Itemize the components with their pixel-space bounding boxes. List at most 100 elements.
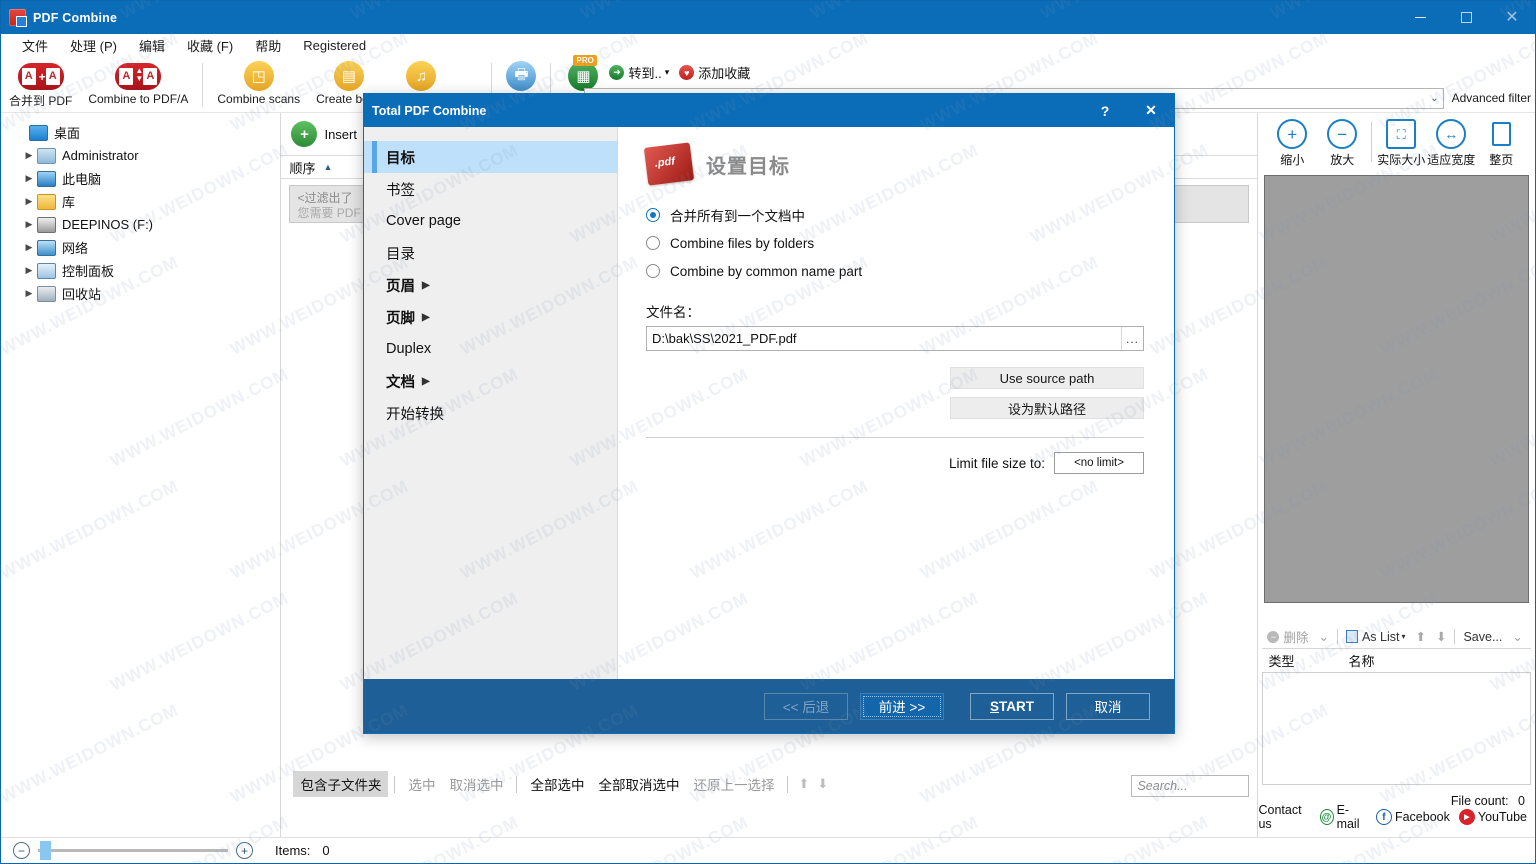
- add-favorite-button[interactable]: 添加收藏: [698, 63, 750, 82]
- expander-icon[interactable]: ▶: [21, 219, 37, 230]
- delete-button[interactable]: − 删除: [1262, 627, 1313, 646]
- tree-item-desktop[interactable]: 桌面: [13, 121, 280, 144]
- document-preview-area[interactable]: [1264, 175, 1529, 603]
- nav-footer[interactable]: 页脚 ▶: [364, 301, 617, 333]
- deselect-button[interactable]: 取消选中: [442, 771, 510, 797]
- nav-target[interactable]: 目标: [364, 141, 617, 173]
- filename-label: 文件名：: [646, 305, 700, 320]
- close-icon: ✕: [1505, 8, 1519, 26]
- move-down-icon[interactable]: ⬇: [813, 776, 832, 792]
- move-up-icon[interactable]: ⬆: [794, 776, 813, 792]
- zoom-out-button[interactable]: + 缩小: [1267, 119, 1317, 168]
- tree-item-network[interactable]: ▶ 网络: [13, 236, 280, 259]
- radio-combine-by-name[interactable]: Combine by common name part: [646, 257, 1144, 285]
- thumb-size-slider[interactable]: [38, 841, 228, 860]
- expander-icon[interactable]: ▶: [21, 150, 37, 161]
- zoom-in-button[interactable]: − 放大: [1317, 119, 1367, 168]
- browse-button[interactable]: ...: [1121, 327, 1143, 350]
- radio-combine-all[interactable]: 合并所有到一个文档中: [646, 201, 1144, 229]
- youtube-link[interactable]: ▶ YouTube: [1458, 809, 1527, 825]
- goto-chevron-icon[interactable]: ▾: [665, 67, 670, 78]
- include-subfolders-button[interactable]: 包含子文件夹: [293, 771, 389, 797]
- nav-bookmarks[interactable]: 书签: [364, 173, 617, 205]
- print-button[interactable]: 🖶: [498, 61, 544, 92]
- nav-start-conversion[interactable]: 开始转换: [364, 397, 617, 429]
- nav-cover-page[interactable]: Cover page: [364, 205, 617, 237]
- start-button[interactable]: S TART: [970, 692, 1054, 720]
- select-all-button[interactable]: 全部选中: [523, 771, 591, 797]
- tree-item-control-panel[interactable]: ▶ 控制面板: [13, 259, 280, 282]
- move-down-button[interactable]: ⬇: [1431, 629, 1451, 644]
- advanced-filter-link[interactable]: Advanced filter: [1452, 91, 1531, 105]
- tree-item-library[interactable]: ▶ 库: [13, 190, 280, 213]
- move-up-button[interactable]: ⬆: [1411, 629, 1431, 644]
- combine-scans-button[interactable]: ◳ Combine scans: [209, 61, 308, 106]
- radio-combine-by-folders[interactable]: Combine files by folders: [646, 229, 1144, 257]
- cancel-button[interactable]: 取消: [1066, 692, 1150, 720]
- select-button[interactable]: 选中: [401, 771, 442, 797]
- save-chevron-icon[interactable]: ⌄: [1507, 629, 1527, 644]
- list-view-icon: [1345, 630, 1358, 643]
- nav-document[interactable]: 文档 ▶: [364, 365, 617, 397]
- close-button[interactable]: ✕: [1489, 1, 1535, 34]
- save-button[interactable]: Save...: [1458, 630, 1507, 644]
- search-placeholder: Search...: [1137, 779, 1188, 793]
- chevron-right-icon[interactable]: ▶: [422, 376, 430, 387]
- menu-process[interactable]: 处理 (P): [59, 36, 128, 55]
- chevron-down-icon[interactable]: ▾: [1401, 632, 1405, 641]
- combine-to-pdf-button[interactable]: A + A 合并到 PDF: [1, 61, 80, 109]
- thumb-size-increase-button[interactable]: +: [236, 842, 253, 859]
- actual-size-button[interactable]: ⛶ 实际大小: [1376, 119, 1426, 168]
- nav-duplex[interactable]: Duplex: [364, 333, 617, 365]
- menu-registered[interactable]: Registered: [292, 38, 377, 53]
- next-button[interactable]: 前进 >>: [860, 692, 944, 720]
- tree-item-deepinos[interactable]: ▶ DEEPINOS (F:): [13, 213, 280, 236]
- tree-item-recycle-bin[interactable]: ▶ 回收站: [13, 282, 280, 305]
- goto-button[interactable]: 转到..: [628, 63, 661, 82]
- set-default-path-button[interactable]: 设为默认路径: [950, 397, 1144, 419]
- menu-file[interactable]: 文件: [11, 36, 59, 55]
- as-list-button[interactable]: As List ▾: [1341, 630, 1411, 644]
- expander-icon[interactable]: ▶: [21, 173, 37, 184]
- back-button[interactable]: << 后退: [764, 692, 848, 720]
- dialog-title: Total PDF Combine: [372, 103, 487, 118]
- nav-toc[interactable]: 目录: [364, 237, 617, 269]
- delete-chevron-icon[interactable]: ⌄: [1313, 629, 1333, 644]
- expander-icon[interactable]: ▶: [21, 196, 37, 207]
- help-button[interactable]: ?: [1082, 94, 1128, 127]
- fit-width-button[interactable]: ↔ 适应宽度: [1426, 119, 1476, 168]
- expander-icon[interactable]: ▶: [21, 242, 37, 253]
- sort-ascending-icon[interactable]: ▲: [323, 162, 332, 172]
- chevron-right-icon[interactable]: ▶: [422, 312, 430, 323]
- limit-file-size-input[interactable]: <no limit>: [1054, 452, 1144, 474]
- column-name[interactable]: 名称: [1348, 651, 1374, 670]
- nav-header[interactable]: 页眉 ▶: [364, 269, 617, 301]
- expander-icon[interactable]: ▶: [21, 288, 37, 299]
- facebook-link[interactable]: f Facebook: [1375, 809, 1450, 825]
- thumb-size-decrease-button[interactable]: −: [13, 842, 30, 859]
- dialog-body: 目标 书签 Cover page 目录 页眉 ▶ 页脚 ▶ Duplex 文档 …: [364, 127, 1174, 679]
- tree-item-administrator[interactable]: ▶ Administrator: [13, 144, 280, 167]
- menu-favorites[interactable]: 收藏 (F): [176, 36, 244, 55]
- whole-page-button[interactable]: 整页: [1476, 119, 1526, 168]
- slider-knob[interactable]: [40, 841, 51, 860]
- dialog-close-button[interactable]: ✕: [1128, 94, 1174, 127]
- tree-item-this-pc[interactable]: ▶ 此电脑: [13, 167, 280, 190]
- deselect-all-button[interactable]: 全部取消选中: [591, 771, 686, 797]
- restore-selection-button[interactable]: 还原上一选择: [686, 771, 781, 797]
- combine-to-pdfa-button[interactable]: A ▲ ▼ A Combine to PDF/A: [80, 61, 196, 106]
- maximize-button[interactable]: [1443, 1, 1489, 34]
- filename-input[interactable]: D:\bak\SS\2021_PDF.pdf ...: [646, 326, 1144, 351]
- email-link[interactable]: @ E-mail: [1319, 803, 1367, 831]
- minimize-button[interactable]: [1397, 1, 1443, 34]
- search-input[interactable]: Search...: [1131, 775, 1250, 797]
- menu-help[interactable]: 帮助: [244, 36, 292, 55]
- insert-button[interactable]: + Insert: [291, 121, 357, 147]
- expander-icon[interactable]: ▶: [21, 265, 37, 276]
- column-type[interactable]: 类型: [1262, 651, 1348, 670]
- output-list-body[interactable]: [1262, 673, 1531, 785]
- use-source-path-button[interactable]: Use source path: [950, 367, 1144, 389]
- start-button-label: TART: [999, 698, 1034, 714]
- menu-edit[interactable]: 编辑: [128, 36, 176, 55]
- chevron-right-icon[interactable]: ▶: [422, 280, 430, 291]
